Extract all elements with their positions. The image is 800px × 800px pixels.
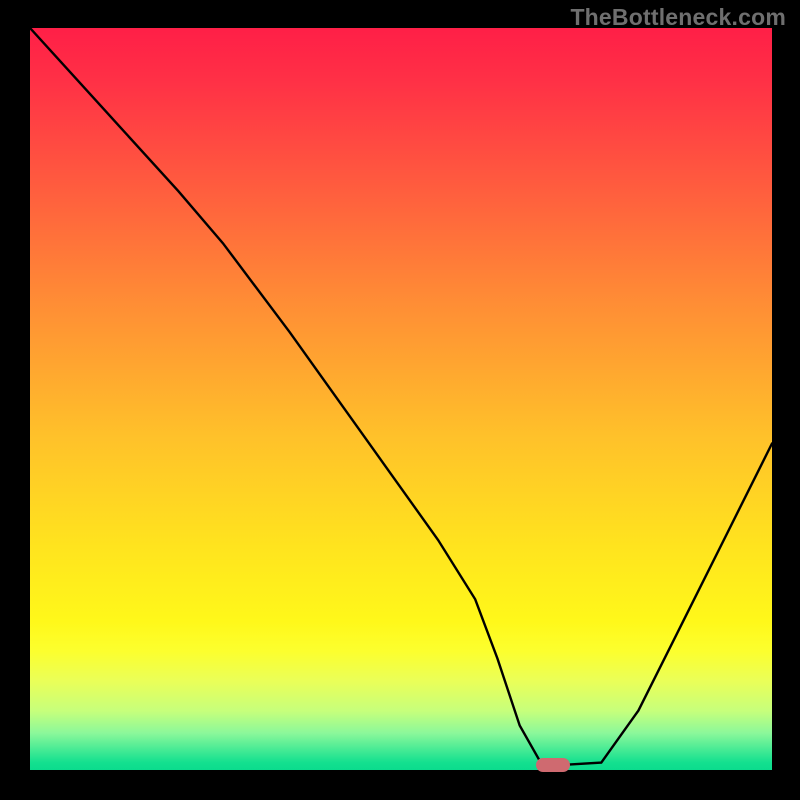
- bottleneck-curve: [30, 28, 772, 770]
- optimal-marker: [536, 758, 570, 772]
- plot-area: [30, 28, 772, 770]
- watermark-text: TheBottleneck.com: [570, 4, 786, 31]
- chart-frame: TheBottleneck.com: [0, 0, 800, 800]
